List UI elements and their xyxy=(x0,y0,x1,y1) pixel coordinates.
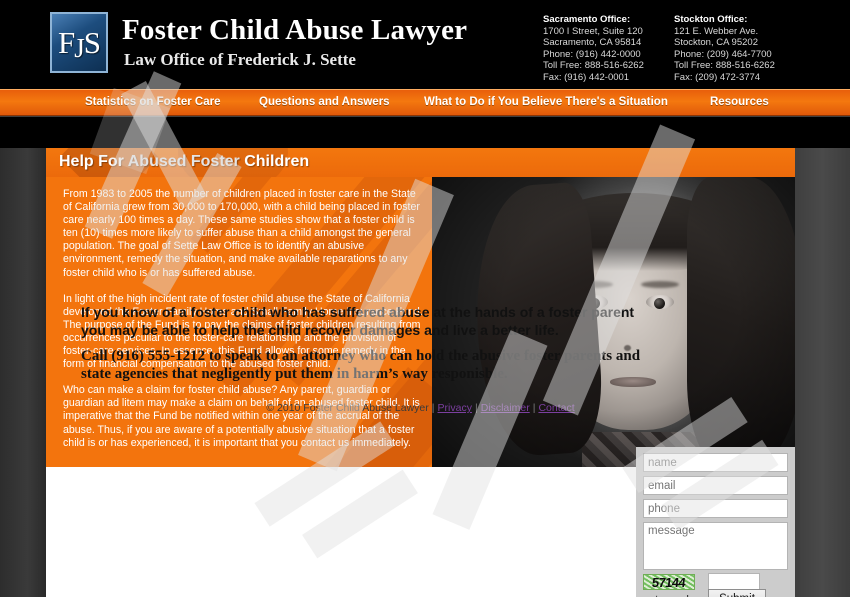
footer-separator: | xyxy=(431,402,435,414)
name-input[interactable] xyxy=(643,453,788,472)
office-address-line: 121 E. Webber Ave. xyxy=(674,25,759,37)
page-title: Help For Abused Foster Children xyxy=(59,153,309,171)
email-input[interactable] xyxy=(643,476,788,495)
captcha-code-text: 57144 xyxy=(651,574,687,590)
footer-link-privacy[interactable]: Privacy xyxy=(438,402,472,414)
site-header: FJS Foster Child Abuse Lawyer Law Office… xyxy=(0,0,850,89)
office-phone: Phone: (916) 442-0000 xyxy=(543,48,641,60)
article-paragraph: Who can make a claim for foster child ab… xyxy=(63,384,420,449)
contact-form: 57144 enter code: Submit xyxy=(636,447,795,597)
site-subtitle: Law Office of Frederick J. Sette xyxy=(124,50,356,69)
office-tollfree: Toll Free: 888-516-6262 xyxy=(674,60,775,71)
footer-copyright: © 2010 Foster Child Abuse Lawyer xyxy=(266,402,429,414)
footer-link-contact[interactable]: Contact xyxy=(538,402,574,414)
office-phone: Phone: (209) 464-7700 xyxy=(674,48,772,60)
footer-separator: | xyxy=(474,402,478,414)
office-fax: Fax: (916) 442-0001 xyxy=(543,71,630,83)
cta-callout: Call (916) 555-1212 to speak to an attor… xyxy=(81,348,641,382)
primary-navigation: Statistics on Foster Care Questions and … xyxy=(0,89,850,116)
office-name: Sacramento Office: xyxy=(543,14,631,25)
office-fax: Fax: (209) 472-3774 xyxy=(674,71,761,83)
logo-initials: FJS xyxy=(57,25,101,63)
office-sacramento: Sacramento Office: 1700 I Street, Suite … xyxy=(543,14,674,83)
cta-headline: If you know of a foster child who has su… xyxy=(81,304,635,338)
page-title-part4: Children xyxy=(244,153,310,170)
phone-input[interactable] xyxy=(643,499,788,518)
left-gutter xyxy=(0,148,46,597)
captcha-image: 57144 xyxy=(643,574,695,590)
office-stockton: Stockton Office: 121 E. Webber Ave. Stoc… xyxy=(674,14,814,83)
office-address-line: Sacramento, CA 95814 xyxy=(543,37,642,48)
message-textarea[interactable] xyxy=(643,522,788,570)
submit-button[interactable]: Submit xyxy=(708,589,766,597)
page-title-part2: Abused xyxy=(127,153,191,170)
office-contact-block: Sacramento Office: 1700 I Street, Suite … xyxy=(543,14,814,83)
captcha-code-input[interactable] xyxy=(708,573,760,590)
content-panel: Help For Abused Foster Children From 198… xyxy=(46,148,795,597)
footer-link-disclaimer[interactable]: Disclaimer xyxy=(481,402,530,414)
office-name: Stockton Office: xyxy=(674,14,748,25)
office-address-line: 1700 I Street, Suite 120 xyxy=(543,25,643,37)
nav-item-what-to-do[interactable]: What to Do if You Believe There's a Situ… xyxy=(424,90,668,115)
nav-item-questions[interactable]: Questions and Answers xyxy=(259,90,390,115)
article-paragraph: From 1983 to 2005 the number of children… xyxy=(63,188,420,279)
site-title: Foster Child Abuse Lawyer xyxy=(122,14,468,46)
page-banner: Help For Abused Foster Children xyxy=(46,148,795,177)
site-footer: © 2010 Foster Child Abuse Lawyer | Privacy… xyxy=(46,402,795,414)
page-title-part1: Help For xyxy=(59,153,128,170)
secondary-navigation: Home Attorney Profile Contact xyxy=(0,117,850,148)
right-gutter xyxy=(795,148,850,597)
office-address-line: Stockton, CA 95202 xyxy=(674,37,758,48)
page-root: FJS Foster Child Abuse Lawyer Law Office… xyxy=(0,0,850,597)
office-tollfree: Toll Free: 888-516-6262 xyxy=(543,60,644,71)
page-title-part3: Foster xyxy=(190,153,245,170)
nav-item-statistics[interactable]: Statistics on Foster Care xyxy=(85,90,220,115)
firm-logo[interactable]: FJS xyxy=(50,12,108,73)
nav-item-resources[interactable]: Resources xyxy=(710,90,769,115)
